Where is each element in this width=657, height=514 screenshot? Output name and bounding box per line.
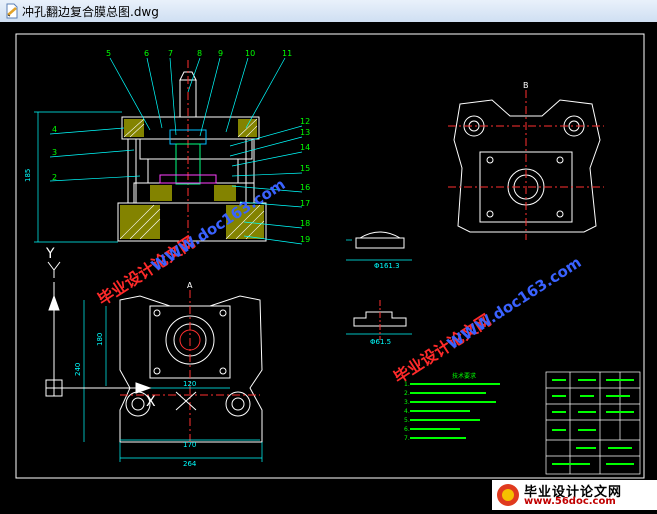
plan-mark-a: A [187, 281, 193, 290]
part-no-14: 14 [300, 143, 310, 152]
part-no-15: 15 [300, 164, 310, 173]
view-mark-b: B [523, 81, 529, 90]
part-no-9: 9 [218, 49, 223, 58]
part-no-19: 19 [300, 235, 310, 244]
notes-title: 技术要求 [452, 372, 476, 380]
part-no-18: 18 [300, 219, 310, 228]
dwg-file-icon [6, 3, 18, 19]
part-dim-1: Φ161.3 [374, 262, 400, 270]
part-no-8: 8 [197, 49, 202, 58]
note-line-5: 5. [404, 417, 410, 424]
note-line-7: 7. [404, 435, 410, 442]
section-view [34, 57, 303, 248]
note-line-3: 3. [404, 399, 410, 406]
plan-height-inner-dim: 180 [96, 333, 104, 346]
logo-badge-icon [497, 484, 519, 506]
part-no-10: 10 [245, 49, 255, 58]
note-line-4: 4. [404, 408, 410, 415]
part-no-16: 16 [300, 183, 310, 192]
note-line-2: 2. [404, 390, 410, 397]
part-no-12: 12 [300, 117, 310, 126]
part-no-3: 3 [52, 148, 57, 157]
title-block [545, 371, 641, 475]
plan-width-mid-dim: 170 [183, 441, 196, 449]
ucs-y-label: Y [45, 246, 55, 262]
note-line-6: 6. [404, 426, 410, 433]
side-height-dim: 185 [24, 169, 32, 182]
part-no-11: 11 [282, 49, 292, 58]
window-title: 冲孔翻边复合膜总图.dwg [22, 5, 159, 19]
lower-plate-view [448, 90, 604, 240]
part-no-2: 2 [52, 173, 57, 182]
part-dim-2: Φ61.5 [370, 338, 391, 346]
site-logo: 毕业设计论文网 www.56doc.com [492, 480, 657, 510]
plan-height-outer-dim: 240 [74, 363, 82, 376]
window-titlebar: 冲孔翻边复合膜总图.dwg [0, 0, 657, 23]
part-no-6: 6 [144, 49, 149, 58]
part-no-5: 5 [106, 49, 111, 58]
part-detail-views [346, 231, 412, 340]
part-no-4: 4 [52, 125, 57, 134]
ucs-x-label: X [146, 394, 156, 410]
part-no-7: 7 [168, 49, 173, 58]
technical-notes [410, 383, 500, 439]
drawing-canvas[interactable]: 5 6 7 8 9 10 11 12 13 14 15 16 17 18 19 … [0, 22, 657, 510]
drawing-border [15, 33, 645, 479]
plan-view [83, 290, 263, 462]
part-no-17: 17 [300, 199, 310, 208]
logo-line-2: www.56doc.com [524, 496, 616, 507]
plan-width-outer-dim: 264 [183, 460, 197, 468]
part-no-13: 13 [300, 128, 310, 137]
plan-width-inner-dim: 120 [183, 380, 196, 388]
